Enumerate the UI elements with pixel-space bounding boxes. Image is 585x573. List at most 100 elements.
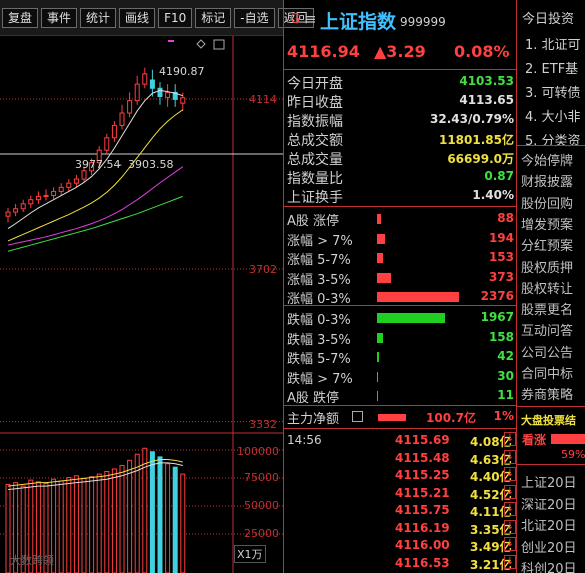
volume-unit-label: X1万 — [234, 545, 266, 563]
kline-chart[interactable] — [0, 36, 283, 573]
distribution-bar — [377, 352, 379, 362]
distribution-row[interactable]: 涨幅 3-5% 373 — [284, 268, 517, 288]
news-item[interactable]: 2. ETF基 — [525, 58, 578, 77]
distribution-row[interactable]: 跌幅 3-5% 158 — [284, 328, 517, 348]
distribution-label: A股 跌停 — [287, 391, 340, 406]
tick-price: 4116.19 — [395, 520, 450, 535]
info-menu-item[interactable]: 互动问答 — [521, 320, 573, 339]
volume-bar — [172, 466, 178, 573]
main-flow-pct: 1% — [493, 409, 514, 423]
candle-body — [134, 83, 140, 102]
distribution-count: 2376 — [480, 289, 514, 303]
stat-label: 上证换手 — [287, 190, 343, 206]
candle-body — [35, 195, 41, 201]
distribution-row[interactable]: 涨幅 5-7% 153 — [284, 248, 517, 268]
distribution-label: 涨幅 > 7% — [287, 233, 353, 249]
main-flow-row: 主力净额 100.7亿 1% — [284, 406, 517, 428]
distribution-count: 1967 — [480, 310, 514, 324]
flow-detail-icon[interactable] — [352, 411, 363, 422]
stat-row: 上证换手 1.40% — [284, 187, 517, 206]
info-menu-item[interactable]: 股票更名 — [521, 299, 573, 318]
distribution-count: 88 — [497, 211, 514, 225]
distribution-row[interactable]: 跌幅 5-7% 42 — [284, 347, 517, 367]
info-menu-item[interactable]: 公司公告 — [521, 342, 573, 361]
volume-bar — [127, 459, 133, 573]
info-menu-item[interactable]: 合同中标 — [521, 363, 573, 382]
period-menu-item[interactable]: 北证20日 — [521, 515, 577, 534]
volume-bar — [111, 468, 117, 573]
candle-body — [157, 87, 163, 98]
info-menu-item[interactable]: 增发预案 — [521, 214, 573, 233]
tick-direction-icon: ↓ — [504, 519, 516, 534]
news-item[interactable]: 4. 大小非 — [525, 106, 581, 125]
volume-axis-label: 25000 — [244, 527, 279, 540]
tick-price: 4116.53 — [395, 555, 450, 570]
distribution-row[interactable]: A股 涨停 88 — [284, 209, 517, 229]
news-item[interactable]: 3. 可转债 — [525, 82, 581, 101]
ma10-line — [7, 109, 184, 242]
info-menu-item[interactable]: 财报披露 — [521, 171, 573, 190]
volume-bar — [66, 477, 72, 573]
high-price-annotation: 4190.87 — [159, 65, 205, 78]
toolbar-button[interactable]: 标记 — [195, 8, 232, 28]
candle-body — [104, 137, 110, 151]
toolbar-button[interactable]: -自选 — [234, 8, 275, 28]
info-menu-item[interactable]: 股权转让 — [521, 278, 573, 297]
distribution-row[interactable]: A股 跌停 11 — [284, 386, 517, 406]
ma60-line — [7, 195, 183, 252]
right-info-panel: 今日投资 1. 北证可 2. ETF基 3. 可转债 4. 大小非 5. 分类资 今始停… — [517, 0, 585, 573]
candle-body — [149, 79, 155, 89]
candle-body — [127, 100, 133, 114]
divider — [284, 206, 517, 207]
candle-body — [119, 112, 125, 126]
info-menu-item[interactable]: 股份回购 — [521, 193, 573, 212]
kline-chart-area[interactable]: 4114 3702 3332 100000 75000 50000 25000 … — [0, 36, 283, 573]
toolbar-button[interactable]: 画线 — [119, 8, 156, 28]
current-price: 4116.94 — [287, 42, 360, 61]
distribution-row[interactable]: 涨幅 0-3% 2376 — [284, 287, 517, 307]
vote-pct: 59% — [561, 448, 585, 461]
volume-bar — [165, 463, 171, 573]
stat-row: 今日开盘 4103.53 — [284, 73, 517, 92]
stat-value: 4113.65 — [459, 93, 514, 107]
distribution-row[interactable]: 涨幅 > 7% 194 — [284, 229, 517, 249]
distribution-count: 42 — [497, 349, 514, 363]
info-menu-item[interactable]: 股权质押 — [521, 257, 573, 276]
flow-bar — [378, 414, 406, 421]
divider — [284, 305, 517, 306]
period-menu-item[interactable]: 上证20日 — [521, 472, 577, 491]
volume-bar — [149, 451, 155, 573]
distribution-bar — [377, 371, 378, 382]
candle-body — [58, 186, 64, 192]
volume-bar — [157, 456, 163, 573]
tick-row: 4115.48 4.63亿 ↓ — [284, 449, 517, 467]
toolbar-button[interactable]: 统计 — [80, 8, 117, 28]
period-menu-item[interactable]: 创业20日 — [521, 537, 577, 556]
distribution-row[interactable]: 跌幅 0-3% 1967 — [284, 308, 517, 328]
info-menu-item[interactable]: 今始停牌 — [521, 150, 573, 169]
distribution-count: 194 — [488, 230, 514, 245]
flag-icon[interactable]: G — [290, 12, 300, 27]
menu-icon[interactable]: ≡ — [304, 10, 317, 28]
period-menu-item[interactable]: 科创20日 — [521, 558, 577, 573]
news-item[interactable]: 1. 北证可 — [525, 34, 581, 53]
distribution-row[interactable]: 跌幅 > 7% 30 — [284, 367, 517, 387]
tick-row: 4115.21 4.52亿 ↓ — [284, 484, 517, 502]
toolbar-button[interactable]: 复盘 — [2, 8, 39, 28]
stat-row: 昨日收盘 4113.65 — [284, 92, 517, 111]
event-marker — [168, 40, 174, 42]
quote-panel: G ≡ 上证指数 999999 4116.94 ▲3.29 0.08% 今日开盘… — [283, 0, 517, 573]
stat-row: 指数量比 0.87 — [284, 168, 517, 187]
period-menu-item[interactable]: 深证20日 — [521, 494, 577, 513]
info-menu-item[interactable]: 券商策略 — [521, 384, 573, 403]
volume-bar — [134, 453, 140, 573]
info-menu-item[interactable]: 分红预案 — [521, 235, 573, 254]
news-item[interactable]: 5. 分类资 — [525, 130, 581, 149]
stat-label: 今日开盘 — [287, 76, 343, 92]
distribution-bar — [377, 214, 381, 224]
price-axis-label: 3702 — [249, 263, 277, 276]
tick-row: 4115.25 4.40亿 ↓ — [284, 467, 517, 484]
toolbar-button[interactable]: F10 — [158, 8, 193, 28]
toolbar-button[interactable]: 事件 — [41, 8, 78, 28]
divider — [517, 464, 585, 465]
